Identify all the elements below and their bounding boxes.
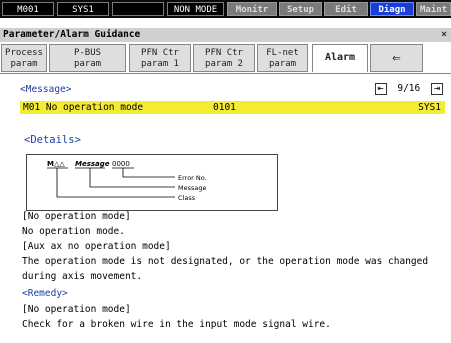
message-pager: ⇤ 9/16 ⇥: [373, 83, 445, 95]
diagnosis-button[interactable]: Diagn: [370, 2, 414, 16]
detail-line: [Aux ax no operation mode]: [22, 241, 171, 252]
detail-line: [No operation mode]: [22, 211, 131, 222]
detail-line: No operation mode.: [22, 226, 125, 237]
class-label: Class: [178, 194, 196, 202]
detail-line: The operation mode is not designated, or…: [22, 256, 429, 267]
format-message-text: Message: [75, 160, 110, 168]
tab-label-line1: PFN Ctr: [205, 48, 243, 58]
monitor-button[interactable]: Monitr: [227, 2, 277, 16]
blank-indicator: [112, 2, 164, 16]
tab-label-line1: Alarm: [324, 52, 356, 63]
remedy-section-header: <Remedy>: [22, 288, 68, 299]
tab-label-line1: P-BUS: [73, 48, 102, 58]
tab-label-line2: param 2: [205, 59, 243, 69]
format-class-text: M△△: [47, 160, 65, 168]
alarm-system: SYS1: [418, 102, 441, 113]
alarm-number: 0101: [213, 102, 236, 113]
back-button[interactable]: ⇐: [370, 44, 423, 72]
back-arrow-icon: ⇐: [392, 50, 401, 66]
next-page-icon[interactable]: ⇥: [430, 83, 443, 95]
tab-process-param[interactable]: Process param: [1, 44, 47, 72]
alarm-message: M01 No operation mode: [23, 102, 144, 113]
format-digits-text: 0000: [112, 160, 130, 168]
alarm-format-diagram: M△△ Message 0000 Error No. Message Class: [26, 154, 278, 211]
format-diagram-graphic: M△△ Message 0000 Error No. Message Class: [47, 160, 207, 202]
remedy-line: [No operation mode]: [22, 304, 131, 315]
setup-button[interactable]: Setup: [279, 2, 322, 16]
tab-bar: Process param P-BUS param PFN Ctr param …: [0, 43, 451, 73]
top-status-bar: M001 SYS1 NON MODE Monitr Setup Edit Dia…: [0, 0, 451, 18]
tab-label-line1: Process: [5, 48, 43, 58]
tab-pbus-param[interactable]: P-BUS param: [49, 44, 126, 72]
guidance-content: <Message> ⇤ 9/16 ⇥ M01 No operation mode…: [0, 73, 451, 343]
mode-indicator: NON MODE: [167, 2, 224, 16]
tab-pfn-ctr-param-2[interactable]: PFN Ctr param 2: [193, 44, 255, 72]
close-icon[interactable]: ×: [441, 28, 447, 42]
tab-label-line2: param: [268, 59, 297, 69]
tab-label-line1: PFN Ctr: [141, 48, 179, 58]
tab-label-line2: param: [10, 59, 38, 69]
page-indicator: 9/16: [397, 83, 421, 94]
tab-pfn-ctr-param-1[interactable]: PFN Ctr param 1: [129, 44, 191, 72]
edit-button[interactable]: Edit: [324, 2, 368, 16]
previous-page-icon[interactable]: ⇤: [374, 83, 387, 95]
message-section-header: <Message>: [20, 84, 72, 95]
details-section-header: <Details>: [24, 134, 81, 146]
window-title-bar: Parameter/Alarm Guidance ×: [0, 28, 451, 42]
message-label: Message: [178, 184, 207, 192]
tab-label-line2: param 1: [141, 59, 179, 69]
system-indicator: SYS1: [57, 2, 109, 16]
detail-line: during axis movement.: [22, 271, 143, 282]
selected-alarm-row[interactable]: M01 No operation mode 0101 SYS1: [20, 101, 445, 114]
tab-label-line1: FL-net: [266, 48, 299, 58]
program-indicator: M001: [2, 2, 54, 16]
remedy-line: Check for a broken wire in the input mod…: [22, 319, 331, 330]
error-number-label: Error No.: [178, 174, 207, 182]
tab-alarm[interactable]: Alarm: [312, 44, 368, 72]
window-title: Parameter/Alarm Guidance: [3, 29, 141, 40]
tab-label-line2: param: [73, 59, 102, 69]
maintenance-button[interactable]: Maint: [416, 2, 451, 16]
tab-flnet-param[interactable]: FL-net param: [257, 44, 308, 72]
